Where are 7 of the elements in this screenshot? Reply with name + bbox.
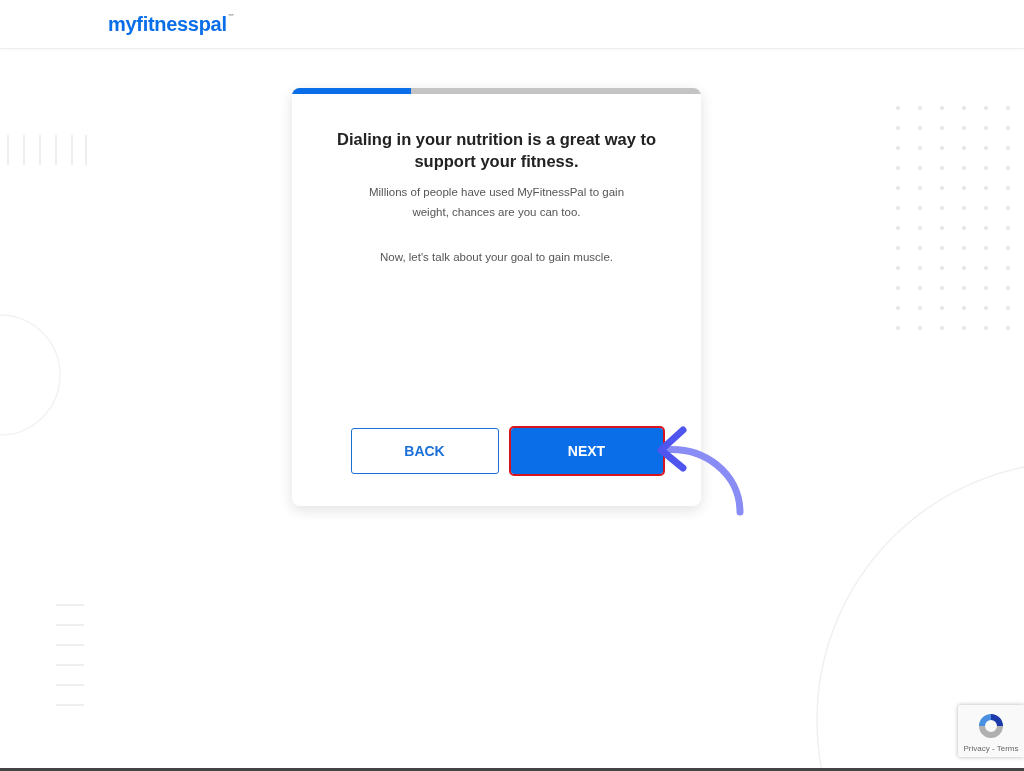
paragraph: Millions of people have used MyFitnessPal to gain weight, chances are you can too. bbox=[367, 185, 626, 220]
card-title: Dialing in your nutrition is a great way to support your fitness. bbox=[335, 129, 657, 172]
privacy-terms-links[interactable]: Privacy - Terms bbox=[963, 744, 1019, 753]
next-button[interactable]: NEXT bbox=[510, 428, 663, 474]
recaptcha-badge[interactable]: Privacy - Terms bbox=[958, 705, 1024, 757]
paragraph: Now, let's talk about your goal to gain muscle. bbox=[379, 250, 614, 265]
back-button[interactable]: BACK bbox=[350, 428, 499, 474]
